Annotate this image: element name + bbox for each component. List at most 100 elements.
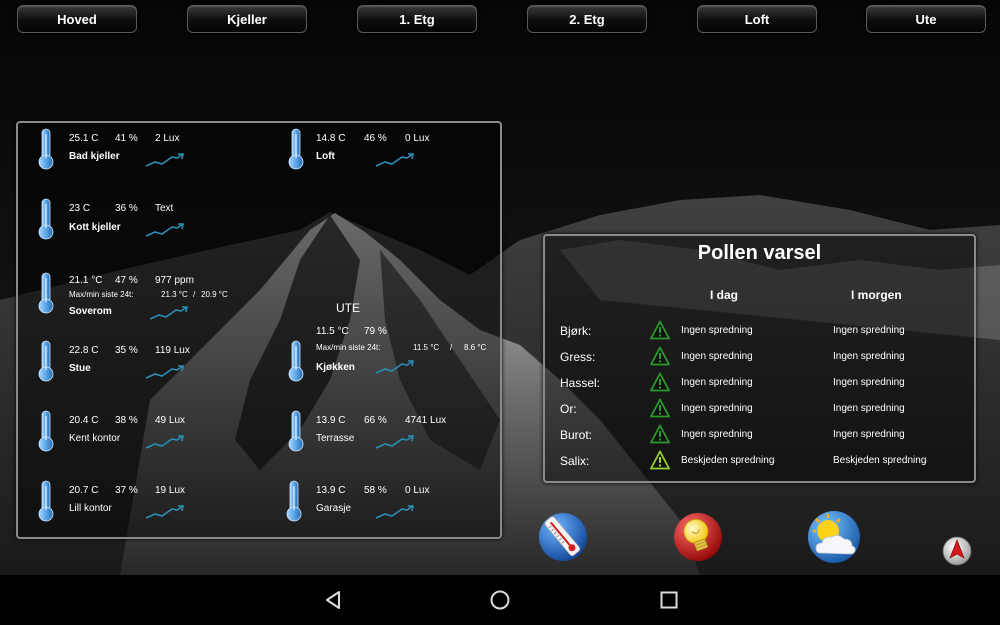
pollen-row: Hassel: Ingen spredning Ingen spredning (545, 372, 974, 394)
pollen-today: Ingen spredning (681, 351, 753, 362)
column-header-tomorrow: I morgen (851, 288, 902, 302)
lux-value: 0 Lux (405, 485, 430, 496)
temperature-value: 21.1 °C (69, 275, 103, 286)
temperature-value: 13.9 C (316, 415, 346, 426)
pollen-tomorrow: Beskjeden spredning (833, 455, 927, 466)
thermometer-icon (284, 480, 304, 522)
tab-hoved[interactable]: Hoved (17, 5, 137, 33)
trend-up-icon[interactable] (375, 504, 415, 520)
pollen-tomorrow: Ingen spredning (833, 403, 905, 414)
sensor-name: Terrasse (316, 433, 355, 444)
thermometer-shortcut-icon[interactable] (537, 511, 589, 563)
sensor-soverom[interactable]: 21.1 °C 47 % 977 ppm Max/min siste 24t: … (36, 270, 246, 320)
sensor-bad-kjeller[interactable]: 25.1 C 41 % 2 Lux Bad kjeller (36, 128, 236, 174)
pollen-today: Ingen spredning (681, 377, 753, 388)
trend-up-icon[interactable] (145, 222, 185, 238)
trend-up-icon[interactable] (375, 434, 415, 450)
weather-icon[interactable] (806, 509, 862, 565)
recent-apps-icon[interactable] (658, 589, 680, 611)
pollen-tomorrow: Ingen spredning (833, 429, 905, 440)
temperature-value: 25.1 C (69, 133, 99, 144)
humidity-value: 36 % (115, 203, 138, 214)
tab-2-etg[interactable]: 2. Etg (527, 5, 647, 33)
humidity-value: 35 % (115, 345, 138, 356)
sensor-stue[interactable]: 22.8 C 35 % 119 Lux Stue (36, 340, 236, 386)
trend-up-icon[interactable] (145, 152, 185, 168)
sensor-garasje[interactable]: 13.9 C 58 % 0 Lux Garasje (284, 480, 484, 526)
pollen-today: Ingen spredning (681, 403, 753, 414)
humidity-value: 58 % (364, 485, 387, 496)
pollen-row: Burot: Ingen spredning Ingen spredning (545, 424, 974, 446)
warning-icon (650, 450, 670, 470)
sensor-kott-kjeller[interactable]: 23 C 36 % Text Kott kjeller (36, 198, 236, 244)
humidity-value: 47 % (115, 275, 138, 286)
thermometer-icon (36, 272, 56, 314)
sensor-lill-kontor[interactable]: 20.7 C 37 % 19 Lux Lill kontor (36, 480, 236, 526)
sensor-name: Lill kontor (69, 503, 112, 514)
trend-up-icon[interactable] (145, 364, 185, 380)
max-value: 21.3 °C (161, 290, 188, 299)
thermometer-icon (286, 410, 306, 452)
compass-icon[interactable] (941, 535, 973, 567)
sensor-name: Kjøkken (316, 362, 355, 373)
lightbulb-icon[interactable] (672, 511, 724, 563)
outdoor-title: UTE (336, 301, 360, 315)
sensor-kjokken[interactable]: Kjøkken (286, 340, 486, 386)
pollen-row: Bjørk: Ingen spredning Ingen spredning (545, 320, 974, 342)
warning-icon (650, 372, 670, 392)
temperature-value: 20.4 C (69, 415, 99, 426)
pollen-row: Salix: Beskjeden spredning Beskjeden spred… (545, 450, 974, 472)
trend-up-icon[interactable] (375, 359, 415, 375)
thermometer-icon (36, 198, 56, 240)
plant-name: Gress: (560, 350, 596, 364)
minmax-label: Max/min siste 24t: (69, 290, 134, 299)
thermometer-icon (286, 340, 306, 382)
trend-up-icon[interactable] (375, 152, 415, 168)
pollen-forecast-panel: Pollen varsel I dag I morgen Bjørk: Ingen… (543, 234, 976, 483)
sensor-kent-kontor[interactable]: 20.4 C 38 % 49 Lux Kent kontor (36, 410, 236, 456)
temperature-value: 20.7 C (69, 485, 99, 496)
lux-value: 119 Lux (155, 345, 190, 356)
column-header-today: I dag (710, 288, 739, 302)
trend-up-icon[interactable] (149, 305, 189, 321)
minmax-separator: / (193, 290, 196, 299)
pollen-row: Or: Ingen spredning Ingen spredning (545, 398, 974, 420)
temperature-value: 14.8 C (316, 133, 346, 144)
sensor-name: Stue (69, 363, 91, 374)
plant-name: Hassel: (560, 376, 601, 390)
warning-icon (650, 346, 670, 366)
temperature-value: 13.9 C (316, 485, 346, 496)
thermometer-icon (36, 410, 56, 452)
pollen-tomorrow: Ingen spredning (833, 377, 905, 388)
warning-icon (650, 424, 670, 444)
temperature-value: 23 C (69, 203, 91, 214)
lux-value: 0 Lux (405, 133, 430, 144)
sensor-loft[interactable]: 14.8 C 46 % 0 Lux Loft (286, 128, 486, 174)
lux-value: 4741 Lux (405, 415, 447, 426)
min-value: 20.9 °C (201, 290, 228, 299)
trend-up-icon[interactable] (145, 434, 185, 450)
sensor-terrasse[interactable]: 13.9 C 66 % 4741 Lux Terrasse (286, 410, 486, 456)
pollen-tomorrow: Ingen spredning (833, 351, 905, 362)
pollen-tomorrow: Ingen spredning (833, 325, 905, 336)
humidity-value: 41 % (115, 133, 138, 144)
tab-ute[interactable]: Ute (866, 5, 986, 33)
thermometer-icon (36, 128, 56, 170)
warning-icon (650, 398, 670, 418)
tab-kjeller[interactable]: Kjeller (187, 5, 307, 33)
sensor-name: Kott kjeller (69, 222, 121, 233)
humidity-value: 38 % (115, 415, 138, 426)
humidity-value: 66 % (364, 415, 387, 426)
back-icon[interactable] (322, 589, 344, 611)
pollen-today: Ingen spredning (681, 429, 753, 440)
plant-name: Bjørk: (560, 324, 592, 338)
plant-name: Or: (560, 402, 577, 416)
tab-1-etg[interactable]: 1. Etg (357, 5, 477, 33)
pollen-row: Gress: Ingen spredning Ingen spredning (545, 346, 974, 368)
trend-up-icon[interactable] (145, 504, 185, 520)
tab-loft[interactable]: Loft (697, 5, 817, 33)
lux-value: 19 Lux (155, 485, 186, 496)
home-icon[interactable] (489, 589, 511, 611)
extra-value: Text (155, 203, 174, 214)
co2-value: 977 ppm (155, 275, 194, 286)
